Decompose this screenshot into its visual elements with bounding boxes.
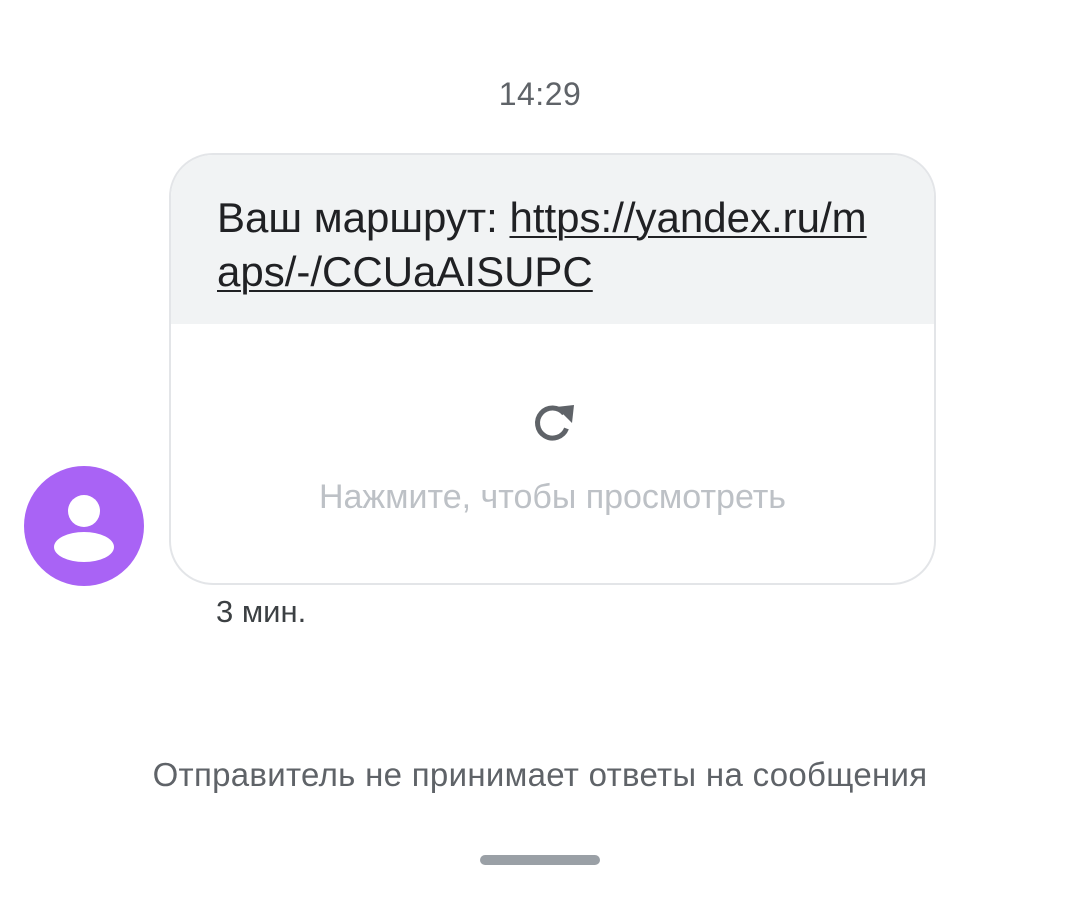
- message-thread-screen: 14:29 Ваш маршрут: https://yandex.ru/map…: [0, 0, 1080, 905]
- no-reply-notice: Отправитель не принимает ответы на сообщ…: [152, 756, 928, 793]
- refresh-icon[interactable]: [528, 398, 578, 448]
- sender-avatar[interactable]: [24, 466, 144, 586]
- message-text: Ваш маршрут: https://yandex.ru/maps/-/CC…: [171, 155, 934, 324]
- message-bubble[interactable]: Ваш маршрут: https://yandex.ru/maps/-/CC…: [169, 153, 936, 585]
- preview-label: Нажмите, чтобы просмотреть: [318, 478, 787, 516]
- message-age: 3 мин.: [216, 594, 307, 629]
- link-preview[interactable]: Нажмите, чтобы просмотреть: [171, 324, 934, 583]
- message-text-prefix: Ваш маршрут:: [217, 194, 510, 241]
- message-timestamp: 14:29: [498, 76, 582, 112]
- navigation-handle[interactable]: [480, 855, 600, 865]
- person-icon: [54, 495, 114, 562]
